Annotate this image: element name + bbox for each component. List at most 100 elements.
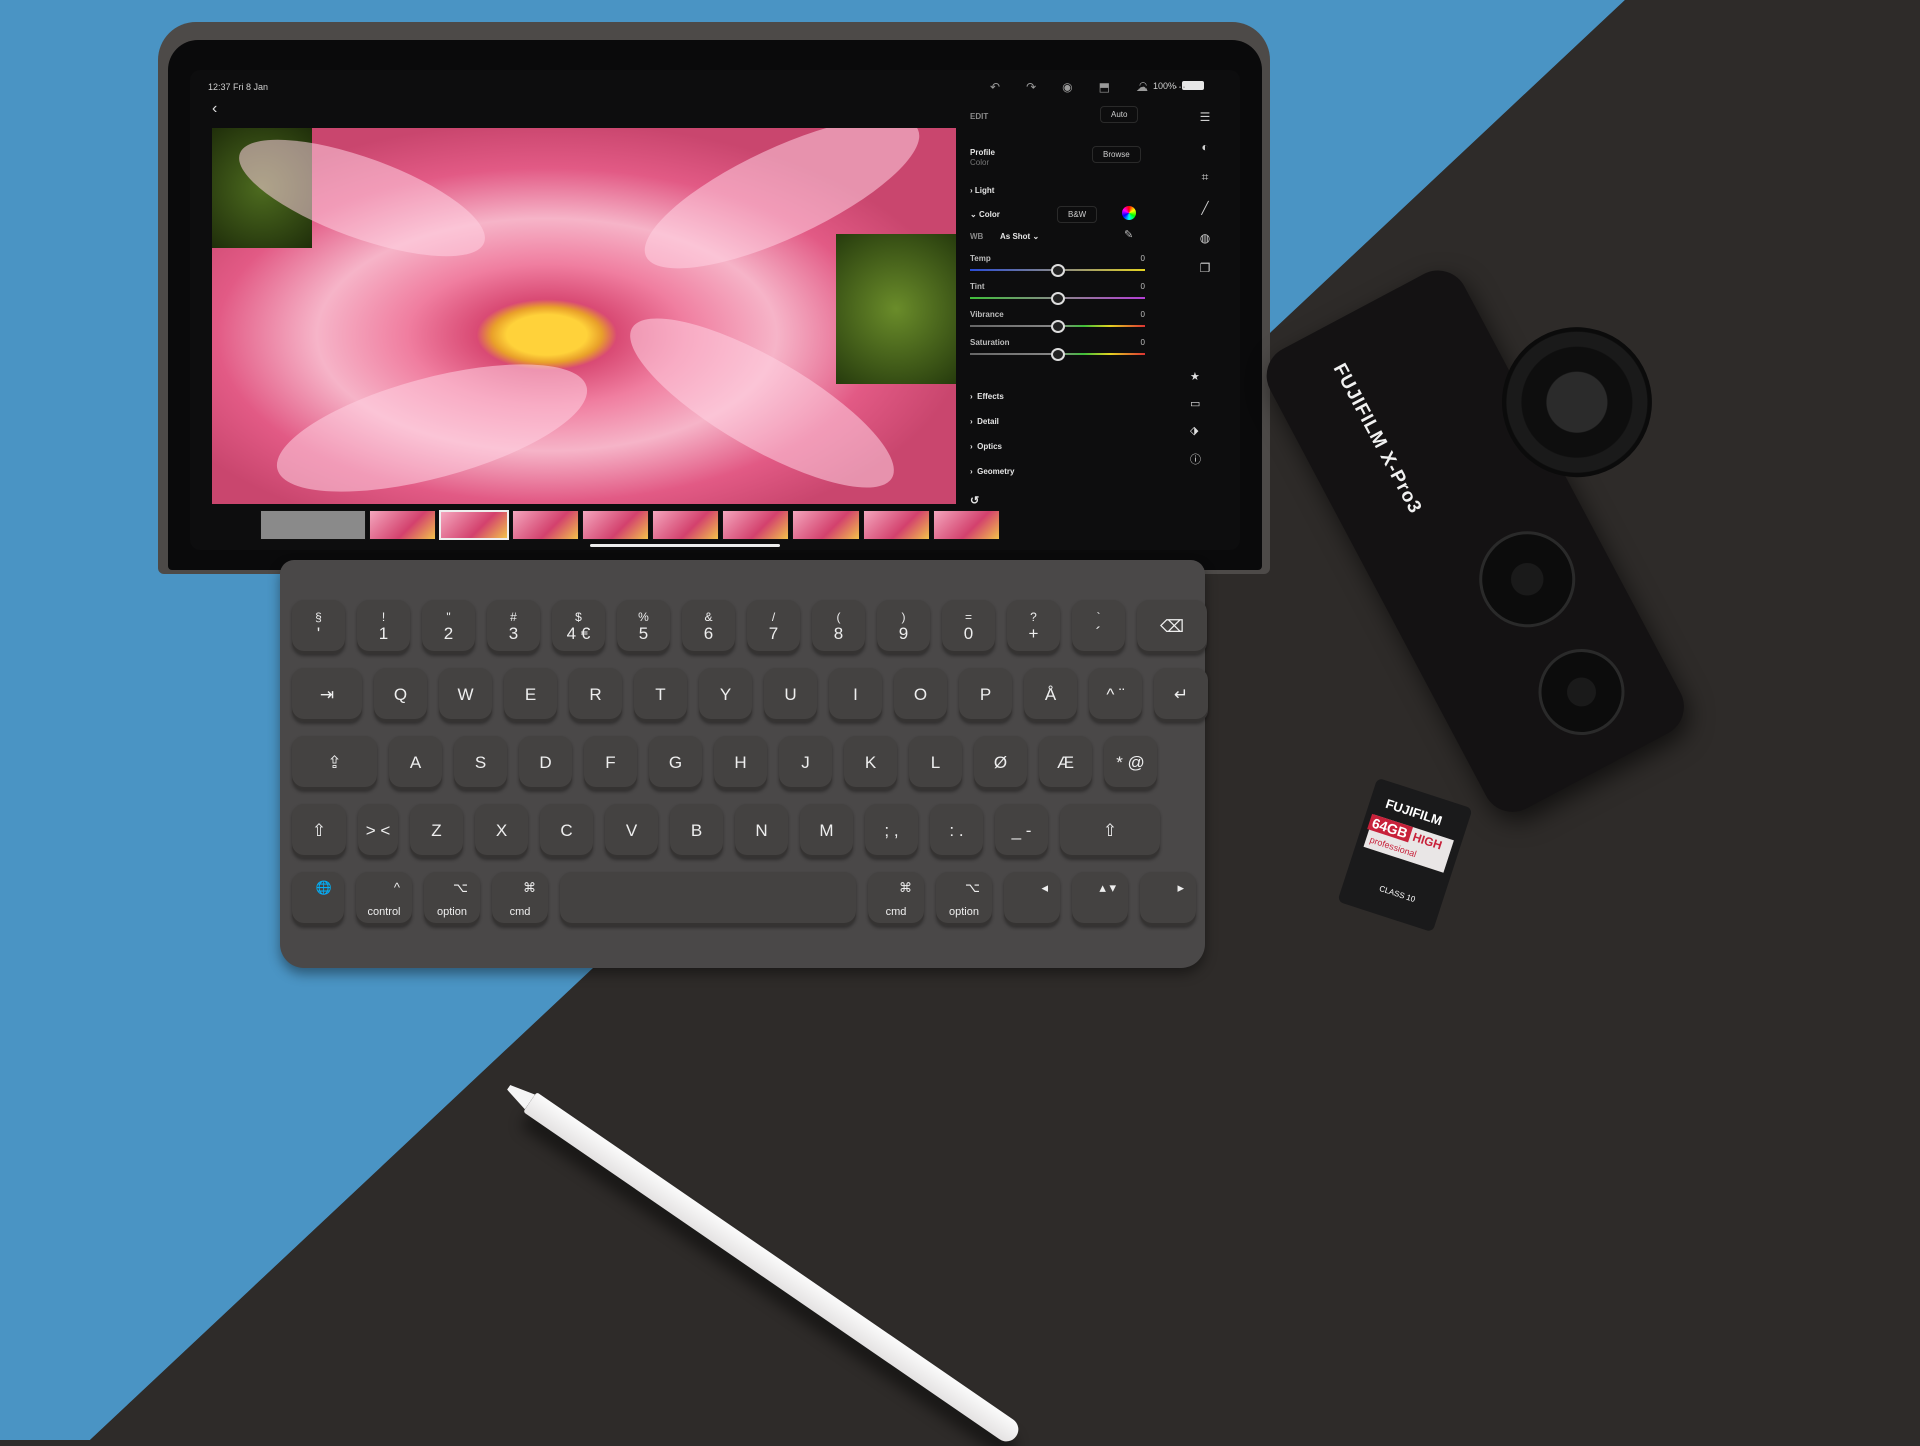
key[interactable]: § ': [292, 600, 345, 654]
key[interactable]: > <: [358, 804, 398, 858]
key[interactable]: ^ ¨: [1089, 668, 1142, 722]
key[interactable]: $4 €: [552, 600, 605, 654]
cmd-key[interactable]: ⌘ cmd: [492, 872, 548, 926]
back-button[interactable]: ‹: [212, 100, 217, 118]
key[interactable]: M: [800, 804, 853, 858]
key[interactable]: R: [569, 668, 622, 722]
key[interactable]: /7: [747, 600, 800, 654]
key[interactable]: Q: [374, 668, 427, 722]
key[interactable]: W: [439, 668, 492, 722]
space-bar[interactable]: [560, 872, 856, 926]
filmstrip-thumb-selected[interactable]: [439, 510, 509, 540]
key[interactable]: K: [844, 736, 897, 790]
filmstrip-thumb[interactable]: [260, 510, 367, 540]
key[interactable]: O: [894, 668, 947, 722]
section-effects[interactable]: › Effects: [970, 392, 1004, 401]
photo-canvas[interactable]: [212, 128, 956, 504]
slider-tint[interactable]: Tint 0: [970, 282, 1145, 305]
control-key[interactable]: ^ control: [356, 872, 412, 926]
key[interactable]: J: [779, 736, 832, 790]
slider-temp[interactable]: Temp 0: [970, 254, 1145, 277]
key[interactable]: ◂: [1004, 872, 1060, 926]
key[interactable]: ) 9: [877, 600, 930, 654]
bw-button[interactable]: B&W: [1057, 206, 1098, 223]
more-icon[interactable]: ⋯: [1174, 80, 1186, 94]
comment-icon[interactable]: ▭: [1190, 397, 1201, 410]
key[interactable]: 🌐: [292, 872, 344, 926]
key[interactable]: ? +: [1007, 600, 1060, 654]
key[interactable]: B: [670, 804, 723, 858]
key[interactable]: * @: [1104, 736, 1157, 790]
filmstrip-thumb[interactable]: [652, 510, 720, 540]
slider-track[interactable]: [970, 292, 1145, 305]
edit-icon[interactable]: ◐: [1201, 140, 1208, 154]
option-key[interactable]: ⌥ option: [424, 872, 480, 926]
option-key[interactable]: ⌥ option: [936, 872, 992, 926]
redo-icon[interactable]: ↷: [1026, 80, 1036, 94]
wb-select[interactable]: As Shot ⌄: [1000, 232, 1039, 241]
key[interactable]: Z: [410, 804, 463, 858]
key[interactable]: Y: [699, 668, 752, 722]
section-detail[interactable]: › Detail: [970, 417, 999, 426]
key[interactable]: Æ: [1039, 736, 1092, 790]
key[interactable]: ⇧: [1060, 804, 1160, 858]
key[interactable]: _ -: [995, 804, 1048, 858]
slider-knob[interactable]: [1050, 320, 1065, 333]
key[interactable]: G: [649, 736, 702, 790]
section-optics[interactable]: › Optics: [970, 442, 1002, 451]
section-color[interactable]: ⌄ Color: [970, 210, 1000, 219]
key[interactable]: T: [634, 668, 687, 722]
key[interactable]: #3: [487, 600, 540, 654]
key[interactable]: ▸: [1140, 872, 1196, 926]
slider-knob[interactable]: [1050, 292, 1065, 305]
key[interactable]: " 2: [422, 600, 475, 654]
key[interactable]: ` ´: [1072, 600, 1125, 654]
filmstrip-thumb[interactable]: [369, 510, 437, 540]
key[interactable]: L: [909, 736, 962, 790]
key[interactable]: C: [540, 804, 593, 858]
cmd-key[interactable]: ⌘ cmd: [868, 872, 924, 926]
key[interactable]: E: [504, 668, 557, 722]
key[interactable]: ⇧: [292, 804, 346, 858]
key[interactable]: Å: [1024, 668, 1077, 722]
auto-button[interactable]: Auto: [1100, 106, 1139, 123]
crop-icon[interactable]: ⌗: [1202, 170, 1209, 185]
share-icon[interactable]: ⬒: [1099, 80, 1110, 94]
presets-icon[interactable]: ☰: [1200, 110, 1211, 124]
cloud-icon[interactable]: ☁: [1136, 80, 1148, 94]
key[interactable]: ▴ ▾: [1072, 872, 1128, 926]
brush-icon[interactable]: ╱: [1201, 201, 1208, 215]
color-mixer-icon[interactable]: [1122, 206, 1136, 220]
section-light[interactable]: › Light: [970, 186, 994, 195]
key[interactable]: & 6: [682, 600, 735, 654]
key[interactable]: F: [584, 736, 637, 790]
reset-icon[interactable]: ↺: [970, 494, 979, 507]
layers-icon[interactable]: ❐: [1200, 261, 1211, 275]
filmstrip-thumb[interactable]: [511, 510, 579, 540]
key[interactable]: ⇪: [292, 736, 377, 790]
filmstrip-thumb[interactable]: [581, 510, 650, 540]
eyedropper-icon[interactable]: ✎: [1124, 228, 1133, 241]
slider-saturation[interactable]: Saturation 0: [970, 338, 1145, 361]
tag-icon[interactable]: ⬗: [1190, 424, 1201, 437]
browse-button[interactable]: Browse: [1092, 146, 1141, 163]
slider-knob[interactable]: [1050, 264, 1065, 277]
heal-icon[interactable]: ◍: [1200, 231, 1210, 245]
filmstrip-thumb[interactable]: [722, 510, 790, 540]
slider-track[interactable]: [970, 320, 1145, 333]
key[interactable]: P: [959, 668, 1012, 722]
section-geometry[interactable]: › Geometry: [970, 467, 1014, 476]
key[interactable]: N: [735, 804, 788, 858]
key[interactable]: V: [605, 804, 658, 858]
key[interactable]: ⇥: [292, 668, 362, 722]
key[interactable]: A: [389, 736, 442, 790]
key[interactable]: = 0: [942, 600, 995, 654]
key[interactable]: U: [764, 668, 817, 722]
key[interactable]: (8: [812, 600, 865, 654]
undo-icon[interactable]: ↶: [990, 80, 1000, 94]
key[interactable]: H: [714, 736, 767, 790]
key[interactable]: X: [475, 804, 528, 858]
key[interactable]: D: [519, 736, 572, 790]
filmstrip-thumb[interactable]: [862, 510, 930, 540]
key[interactable]: : .: [930, 804, 983, 858]
